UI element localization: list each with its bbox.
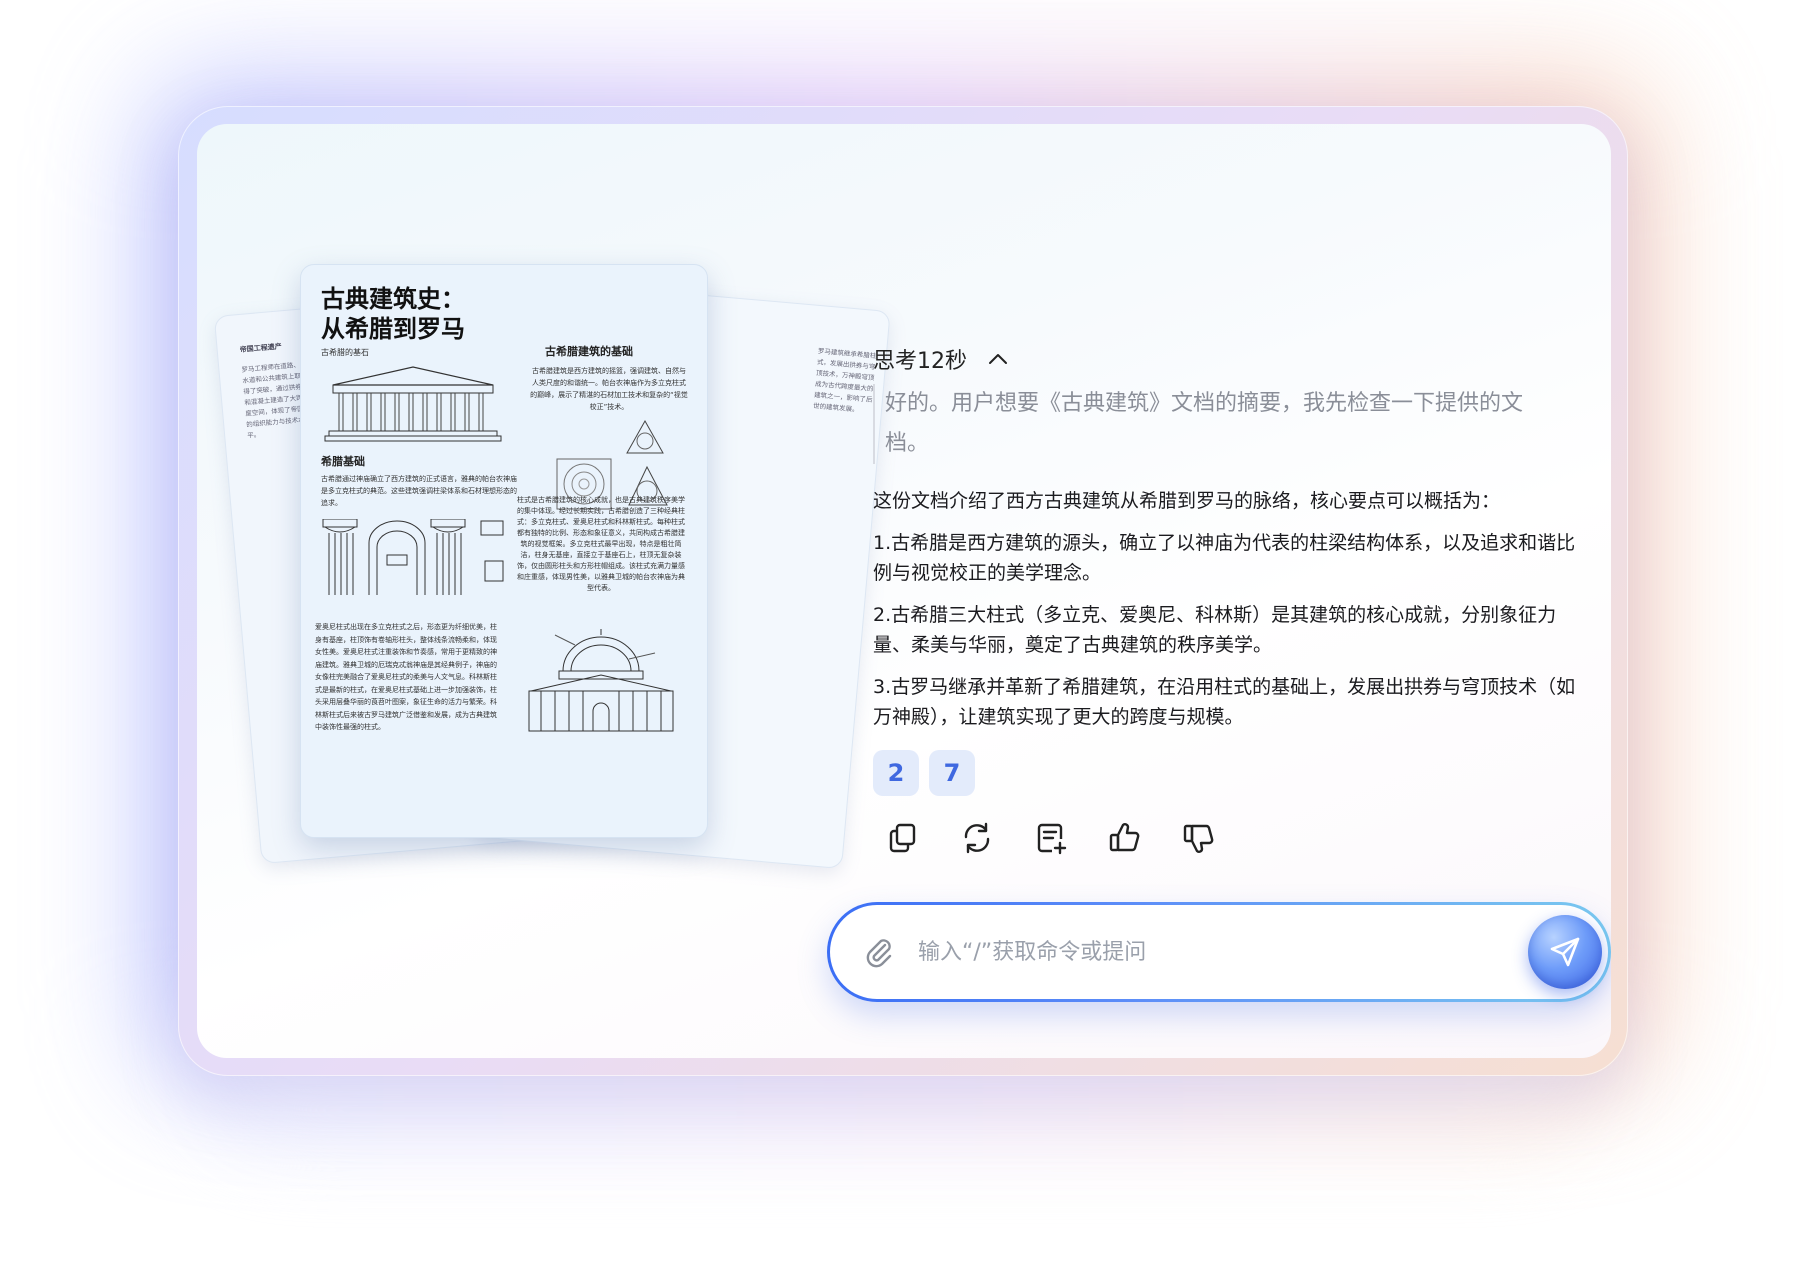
answer-point-2: 2.古希腊三大柱式（多立克、爱奥尼、科林斯）是其建筑的核心成就，分别象征力量、柔… (873, 604, 1557, 656)
columns-illustration (322, 519, 504, 595)
section-text-basics: 古希腊通过神庙确立了西方建筑的正式语言，雅典的帕台农神庙是多立克柱式的典范。这些… (321, 475, 517, 507)
back-page-title: 帝国工程遗产 (239, 342, 282, 355)
chevron-up-icon[interactable] (987, 348, 1009, 370)
answer-point-1: 1.古希腊是西方建筑的源头，确立了以神庙为代表的柱梁结构体系，以及追求和谐比例与… (873, 532, 1576, 584)
thumbs-up-icon (1109, 823, 1140, 852)
document-title: 古典建筑史： 从希腊到罗马 (321, 285, 571, 345)
section-text-orders: 柱式是古希腊建筑的核心成就，也是古典建筑秩序美学的集中体现。经过长期实践，古希腊… (517, 496, 685, 592)
chat-input-container (827, 902, 1611, 1002)
add-note-button[interactable] (1031, 818, 1071, 858)
document-title-line-1: 古典建筑史： (321, 286, 465, 313)
temple-illustration (324, 366, 502, 442)
back-page-text-right: 罗马建筑继承希腊柱式，发展出拱券与穹顶技术，万神殿穹顶成为古代跨度最大的建筑之一… (812, 347, 877, 414)
section-title-basics: 希腊基础 (321, 455, 365, 468)
copy-icon (889, 823, 916, 853)
reference-chip[interactable]: 2 (873, 750, 919, 796)
chat-input-box[interactable] (830, 905, 1608, 999)
add-note-icon (1037, 823, 1067, 855)
section-text-ionic: 爱奥尼柱式出现在多立克柱式之后，形态更为纤细优美，柱身有基座，柱顶饰有卷轴形柱头… (315, 623, 497, 731)
thinking-duration-label: 思考12秒 (873, 349, 967, 374)
thumbs-down-icon (1183, 824, 1214, 853)
answer-point-3: 3.古罗马继承并革新了希腊建筑，在沿用柱式的基础上，发展出拱券与穹顶技术（如万神… (873, 676, 1576, 728)
document-page-front[interactable]: 古典建筑史： 从希腊到罗马 古希腊的基石 古希腊建筑的基础 古希腊建筑是西方建筑… (300, 264, 708, 838)
document-title-line-2: 从希腊到罗马 (321, 316, 465, 343)
paperclip-icon[interactable] (862, 935, 896, 969)
chat-input[interactable] (918, 939, 1478, 965)
pantheon-illustration (528, 629, 674, 732)
reasoning-text: 好的。用户想要《古典建筑》文档的摘要，我先检查一下提供的文档。 (873, 384, 1563, 464)
refresh-icon (964, 822, 990, 854)
answer-intro: 这份文档介绍了西方古典建筑从希腊到罗马的脉络，核心要点可以概括为： (873, 490, 1501, 512)
message-actions (883, 818, 1219, 858)
regenerate-button[interactable] (957, 818, 997, 858)
send-icon (1550, 937, 1580, 967)
reference-list: 2 7 (873, 750, 975, 796)
assistant-answer: 这份文档介绍了西方古典建筑从希腊到罗马的脉络，核心要点可以概括为： 1.古希腊是… (873, 486, 1593, 744)
section-title-greek-foundation: 古希腊建筑的基础 (545, 345, 633, 358)
thinking-toggle[interactable]: 思考12秒 (873, 339, 1009, 379)
document-caption: 古希腊的基石 (321, 348, 369, 357)
copy-button[interactable] (883, 818, 923, 858)
like-button[interactable] (1105, 818, 1145, 858)
reference-chip[interactable]: 7 (929, 750, 975, 796)
app-screen: 帝国工程遗产 罗马工程师在道路、水道和公共建筑上取得了突破，通过拱券和混凝土建造… (197, 124, 1611, 1058)
send-button[interactable] (1528, 915, 1602, 989)
back-page-text: 罗马工程师在道路、水道和公共建筑上取得了突破，通过拱券和混凝土建造了大跨度空间，… (241, 360, 305, 440)
dislike-button[interactable] (1179, 818, 1219, 858)
section-text-greek-foundation: 古希腊建筑是西方建筑的摇篮，强调建筑、自然与人类尺度的和谐统一。帕台农神庙作为多… (530, 367, 688, 411)
